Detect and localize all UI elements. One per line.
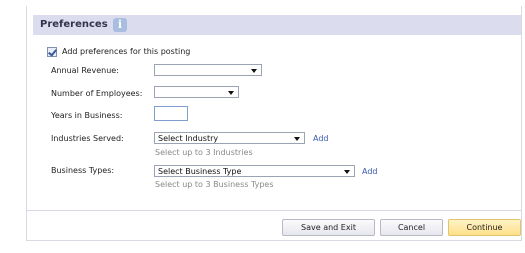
add-preferences-label: Add preferences for this posting [62, 47, 191, 56]
chevron-down-icon [228, 91, 234, 95]
continue-button[interactable]: Continue [448, 219, 521, 236]
industries-label: Industries Served: [51, 134, 124, 143]
employees-label: Number of Employees: [51, 89, 143, 98]
business-types-hint: Select up to 3 Business Types [155, 180, 274, 189]
save-and-exit-button[interactable]: Save and Exit [282, 219, 375, 236]
industries-select[interactable]: Select Industry [154, 132, 305, 144]
add-preferences-checkbox[interactable] [47, 47, 57, 57]
footer-divider [27, 210, 521, 211]
business-types-select[interactable]: Select Business Type [154, 165, 355, 177]
chevron-down-icon [294, 137, 300, 141]
business-types-label: Business Types: [51, 166, 115, 175]
industries-hint: Select up to 3 Industries [155, 148, 253, 157]
years-label: Years in Business: [51, 111, 123, 120]
add-business-type-link[interactable]: Add [362, 167, 378, 176]
chevron-down-icon [344, 170, 350, 174]
cancel-button[interactable]: Cancel [380, 219, 443, 236]
annual-revenue-label: Annual Revenue: [51, 66, 119, 75]
section-title: Preferences [40, 19, 108, 30]
info-icon[interactable]: i [113, 18, 127, 32]
annual-revenue-select[interactable] [154, 64, 262, 76]
add-industry-link[interactable]: Add [313, 134, 329, 143]
employees-select[interactable] [154, 86, 239, 98]
section-header: Preferences i [33, 15, 521, 35]
chevron-down-icon [251, 69, 257, 73]
years-in-business-input[interactable] [154, 106, 188, 121]
preferences-panel [26, 6, 522, 241]
